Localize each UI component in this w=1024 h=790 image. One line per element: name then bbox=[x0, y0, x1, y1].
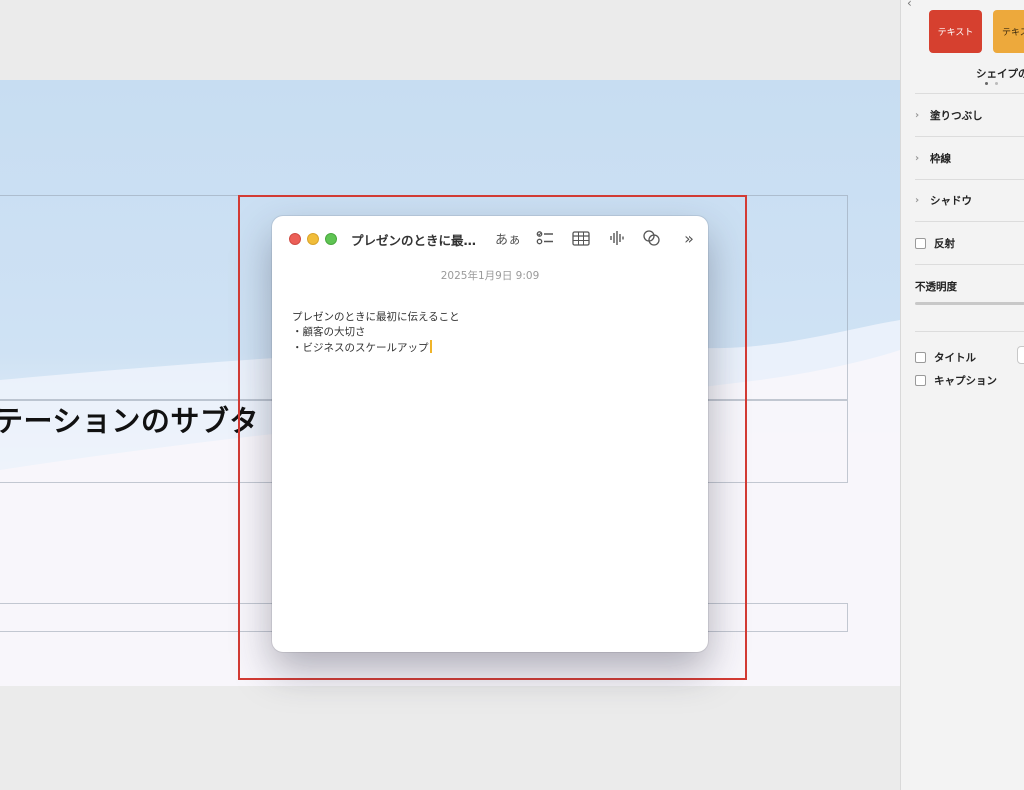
text-format-button[interactable]: あぁ bbox=[495, 228, 521, 248]
minimize-window-button[interactable] bbox=[307, 233, 319, 245]
format-sidebar: ‹ テキスト テキス シェイプの › 塗りつぶし › 枠線 › シャドウ 反射 … bbox=[900, 0, 1024, 790]
opacity-slider[interactable] bbox=[915, 302, 1024, 305]
reflection-label: 反射 bbox=[934, 238, 955, 250]
fill-section[interactable]: › 塗りつぶし bbox=[915, 108, 983, 123]
page-indicator-dot-active[interactable] bbox=[985, 82, 988, 85]
border-section[interactable]: › 枠線 bbox=[915, 151, 951, 166]
note-line-current: ・ビジネスのスケールアップ bbox=[292, 340, 460, 356]
note-title: プレゼンのときに最… bbox=[351, 233, 477, 248]
slide-subtitle-text[interactable]: テーションのサブタ bbox=[0, 398, 259, 440]
divider bbox=[915, 136, 1024, 137]
note-line-text: ・ビジネスのスケールアップ bbox=[292, 342, 429, 354]
divider bbox=[915, 264, 1024, 265]
link-icon[interactable] bbox=[640, 228, 662, 248]
shape-style-red-button[interactable]: テキスト bbox=[929, 10, 982, 53]
title-check[interactable] bbox=[915, 352, 926, 363]
chevron-left-icon[interactable]: ‹ bbox=[907, 0, 912, 10]
more-tools-button[interactable]: » bbox=[680, 228, 698, 248]
shadow-label: シャドウ bbox=[930, 195, 972, 207]
note-date: 2025年1月9日 9:09 bbox=[440, 270, 540, 282]
opacity-section: 不透明度 bbox=[915, 279, 957, 294]
shadow-section[interactable]: › シャドウ bbox=[915, 193, 972, 208]
text-cursor bbox=[429, 340, 432, 353]
note-body[interactable]: プレゼンのときに最初に伝えること ・顧客の大切さ ・ビジネスのスケールアップ bbox=[292, 310, 460, 356]
title-checkbox[interactable]: タイトル bbox=[915, 350, 976, 365]
shape-style-orange-button[interactable]: テキス bbox=[993, 10, 1024, 53]
divider bbox=[915, 179, 1024, 180]
table-icon[interactable] bbox=[571, 228, 591, 248]
page-indicator-dot[interactable] bbox=[995, 82, 998, 85]
audio-waveform-icon[interactable] bbox=[608, 228, 626, 248]
reflection-check[interactable] bbox=[915, 238, 926, 249]
note-line: プレゼンのときに最初に伝えること bbox=[292, 311, 460, 323]
close-window-button[interactable] bbox=[289, 233, 301, 245]
reflection-checkbox[interactable]: 反射 bbox=[915, 236, 955, 251]
maximize-window-button[interactable] bbox=[325, 233, 337, 245]
divider bbox=[915, 221, 1024, 222]
quick-note-window[interactable]: プレゼンのときに最… あぁ » 2025年1月9日 9:09 プレゼンのときに最… bbox=[272, 216, 708, 652]
border-label: 枠線 bbox=[930, 153, 951, 165]
opacity-label: 不透明度 bbox=[915, 281, 957, 293]
divider bbox=[915, 331, 1024, 332]
chevron-right-icon: › bbox=[915, 110, 920, 121]
chevron-right-icon: › bbox=[915, 195, 920, 206]
fill-label: 塗りつぶし bbox=[930, 110, 983, 122]
caption-checkbox[interactable]: キャプション bbox=[915, 373, 997, 388]
chevron-right-icon: › bbox=[915, 153, 920, 164]
caption-check[interactable] bbox=[915, 375, 926, 386]
title-checkbox-label: タイトル bbox=[934, 352, 976, 364]
shape-styles-label: シェイプの bbox=[976, 68, 1024, 80]
note-line: ・顧客の大切さ bbox=[292, 326, 366, 338]
title-position-popup[interactable] bbox=[1017, 346, 1024, 364]
caption-checkbox-label: キャプション bbox=[934, 375, 997, 387]
checklist-icon[interactable] bbox=[535, 228, 555, 248]
divider bbox=[915, 93, 1024, 94]
